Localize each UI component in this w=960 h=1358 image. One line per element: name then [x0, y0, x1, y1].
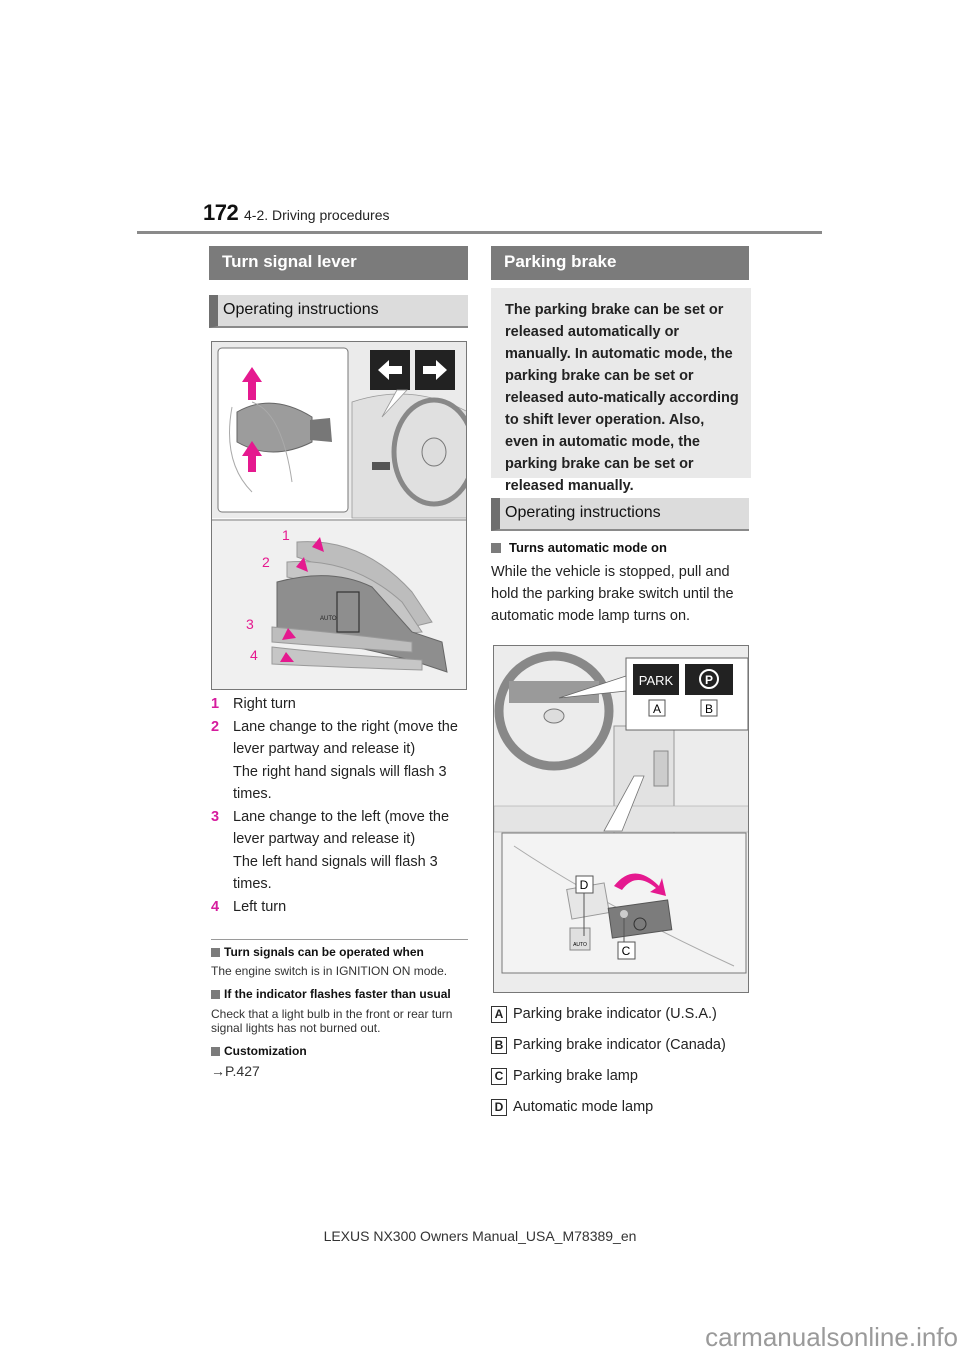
legend-key: A: [491, 1005, 507, 1023]
page-reference-link[interactable]: →P.427: [211, 1064, 471, 1078]
parking-brake-section-header: Parking brake: [491, 246, 749, 280]
item-subtext: The left hand signals will flash 3 times…: [233, 853, 438, 893]
item-subtext: The right hand signals will flash 3 time…: [233, 763, 447, 803]
item-number: 3: [211, 808, 220, 825]
turn-signal-notes: Turn signals can be operated when The en…: [211, 945, 471, 1078]
list-item: 1 Right turn: [211, 693, 469, 716]
note-title: If the indicator flashes faster than usu…: [224, 987, 451, 1001]
note-body: Check that a light bulb in the front or …: [211, 1007, 453, 1035]
item-text: Lane change to the left (move the lever …: [233, 808, 450, 848]
list-item: 2 Lane change to the right (move the lev…: [211, 716, 469, 806]
legend-item: B Parking brake indicator (Canada): [491, 1035, 756, 1055]
square-bullet-icon: [211, 989, 220, 999]
parking-brake-legend: A Parking brake indicator (U.S.A.) B Par…: [491, 1004, 756, 1117]
page-number: 172: [203, 200, 239, 225]
note-title: Customization: [224, 1044, 307, 1058]
bullet-heading: Turns automatic mode on: [491, 540, 753, 555]
item-number: 1: [211, 696, 220, 712]
legend-text: Parking brake lamp: [513, 1068, 638, 1084]
item-number: 2: [211, 718, 220, 735]
legend-item: D Automatic mode lamp: [491, 1097, 756, 1117]
lever-label-4: 4: [250, 647, 258, 663]
item-text: Right turn: [233, 696, 296, 712]
lexus-logo: [543, 708, 565, 724]
parking-brake-lamp: [620, 910, 628, 918]
item-text: Left turn: [233, 898, 287, 915]
legend-key: D: [491, 1098, 507, 1116]
section-breadcrumb: 4-2. Driving procedures: [244, 207, 390, 223]
lever-stalk: [236, 402, 313, 453]
parking-brake-operating-instructions-header: Operating instructions: [491, 498, 749, 531]
legend-key: C: [491, 1067, 507, 1085]
note-heading: Turn signals can be operated when: [211, 945, 471, 959]
callout-d: D: [580, 878, 589, 892]
legend-text: Automatic mode lamp: [513, 1099, 654, 1115]
notes-divider: [211, 939, 468, 940]
header-divider: [137, 231, 822, 234]
park-indicator-label: PARK: [639, 673, 674, 688]
lever-stalk-small: [372, 462, 390, 470]
auto-button-label: AUTO: [573, 942, 587, 948]
item-text: Lane change to the right (move the lever…: [233, 718, 458, 758]
turn-signal-figure: 1 2 3 4 AUTO: [211, 341, 467, 690]
parking-brake-illustration: PARK P A B AUTO D C: [494, 646, 748, 992]
note-title: Turn signals can be operated when: [224, 945, 424, 959]
parking-brake-intro: The parking brake can be set or released…: [491, 288, 751, 494]
square-bullet-icon: [211, 1046, 220, 1056]
legend-key: B: [491, 1036, 507, 1054]
legend-item: A Parking brake indicator (U.S.A.): [491, 1004, 756, 1024]
legend-text: Parking brake indicator (Canada): [513, 1037, 726, 1053]
turn-signal-list: 1 Right turn 2 Lane change to the right …: [211, 693, 469, 918]
square-bullet-icon: [211, 947, 220, 957]
automatic-mode-section: Turns automatic mode on While the vehicl…: [491, 540, 753, 627]
legend-text: Parking brake indicator (U.S.A.): [513, 1006, 717, 1022]
legend-item: C Parking brake lamp: [491, 1066, 756, 1086]
list-item: 3 Lane change to the left (move the leve…: [211, 806, 469, 896]
lever-label-1: 1: [282, 527, 290, 543]
square-bullet-icon: [491, 542, 501, 553]
item-number: 4: [211, 898, 220, 915]
note-heading: Customization: [211, 1044, 471, 1058]
lever-label-2: 2: [262, 554, 270, 570]
callout-b: B: [705, 702, 713, 716]
p-symbol-letter: P: [705, 673, 713, 687]
note-heading: If the indicator flashes faster than usu…: [211, 987, 471, 1001]
list-item: 4 Left turn: [211, 896, 469, 919]
lever-label-3: 3: [246, 616, 254, 632]
auto-label: AUTO: [320, 616, 337, 622]
parking-brake-figure: PARK P A B AUTO D C: [493, 645, 749, 993]
watermark-link[interactable]: carmanualsonline.info: [0, 1322, 958, 1353]
note-body: The engine switch is in IGNITION ON mode…: [211, 964, 448, 978]
shift-lever: [653, 750, 669, 787]
callout-a: A: [653, 702, 661, 716]
lever-base: [310, 418, 332, 442]
turn-signal-section-header: Turn signal lever: [209, 246, 468, 280]
callout-c: C: [622, 944, 631, 958]
turn-signal-illustration: 1 2 3 4 AUTO: [212, 342, 466, 689]
bullet-body: While the vehicle is stopped, pull and h…: [491, 564, 734, 624]
steering-hub: [421, 437, 447, 467]
turn-signal-operating-instructions-header: Operating instructions: [209, 295, 468, 328]
page-footer: LEXUS NX300 Owners Manual_USA_M78389_en: [323, 1228, 637, 1244]
bullet-title: Turns automatic mode on: [509, 540, 667, 555]
